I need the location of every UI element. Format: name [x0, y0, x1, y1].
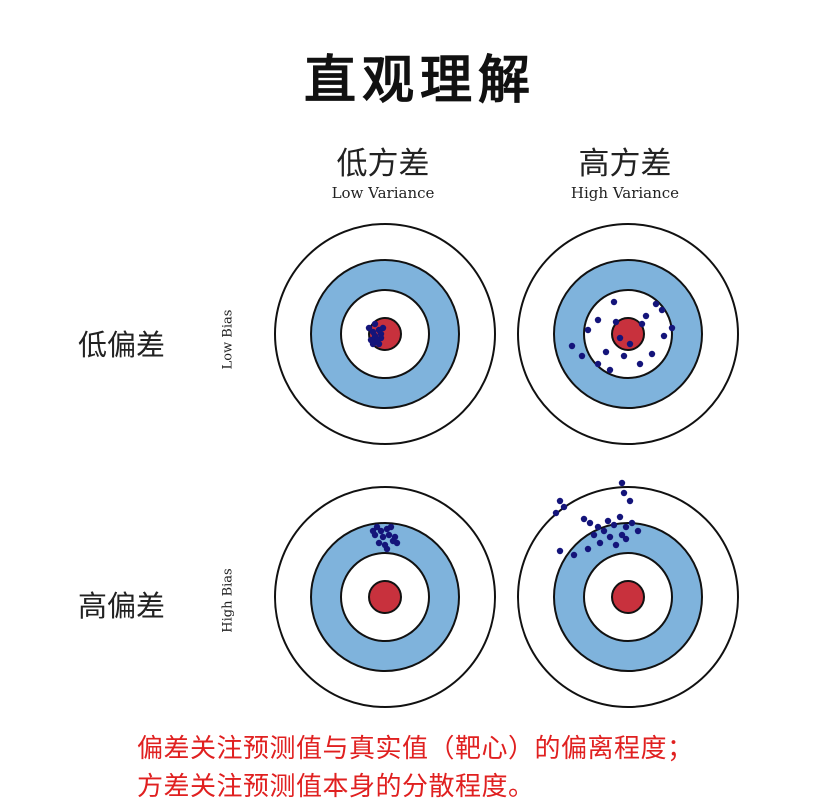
prediction-dot: [604, 517, 612, 525]
target-high-bias-low-variance: [274, 486, 496, 708]
prediction-dot: [594, 360, 602, 368]
bullseye: [611, 580, 645, 614]
prediction-dot: [618, 479, 626, 487]
prediction-dot: [648, 350, 656, 358]
prediction-dot: [556, 547, 564, 555]
prediction-dot: [634, 527, 642, 535]
prediction-dot: [626, 340, 634, 348]
prediction-dot: [383, 545, 391, 553]
prediction-dot: [584, 326, 592, 334]
prediction-dot: [600, 527, 608, 535]
prediction-dot: [387, 523, 395, 531]
prediction-dot: [610, 521, 618, 529]
prediction-dot: [560, 503, 568, 511]
prediction-dot: [602, 348, 610, 356]
prediction-dot: [638, 320, 646, 328]
prediction-dot: [369, 527, 377, 535]
target-low-bias-high-variance: [517, 223, 739, 445]
prediction-dot: [642, 312, 650, 320]
prediction-dot: [568, 342, 576, 350]
prediction-dot: [594, 316, 602, 324]
prediction-dot: [636, 360, 644, 368]
prediction-dot: [385, 531, 393, 539]
prediction-dot: [365, 324, 373, 332]
note-bias: 偏差关注预测值与真实值（靶心）的偏离程度；: [137, 734, 694, 764]
prediction-dot: [652, 300, 660, 308]
prediction-dot: [377, 527, 385, 535]
prediction-dot: [622, 523, 630, 531]
prediction-dot: [622, 535, 630, 543]
prediction-dot: [578, 352, 586, 360]
prediction-dot: [586, 519, 594, 527]
prediction-dot: [612, 541, 620, 549]
prediction-dot: [375, 340, 383, 348]
prediction-dot: [612, 318, 620, 326]
prediction-dot: [552, 509, 560, 517]
prediction-dot: [626, 497, 634, 505]
prediction-dot: [610, 298, 618, 306]
prediction-dot: [628, 519, 636, 527]
prediction-dot: [556, 497, 564, 505]
target-high-bias-high-variance: [517, 479, 739, 708]
prediction-dot: [379, 533, 387, 541]
prediction-dot: [590, 531, 598, 539]
prediction-dot: [596, 539, 604, 547]
prediction-dot: [584, 545, 592, 553]
prediction-dot: [606, 533, 614, 541]
prediction-dot: [594, 523, 602, 531]
prediction-dot: [620, 489, 628, 497]
prediction-dot: [668, 324, 676, 332]
bullseye: [368, 580, 402, 614]
prediction-dot: [570, 551, 578, 559]
prediction-dot: [375, 539, 383, 547]
prediction-dot: [658, 306, 666, 314]
note-variance: 方差关注预测值本身的分散程度。: [137, 772, 535, 802]
target-low-bias-low-variance: [274, 223, 496, 445]
prediction-dot: [616, 334, 624, 342]
prediction-dot: [369, 340, 377, 348]
prediction-dot: [377, 330, 385, 338]
prediction-dot: [379, 324, 387, 332]
prediction-dot: [620, 352, 628, 360]
prediction-dot: [606, 366, 614, 374]
prediction-dot: [580, 515, 588, 523]
slide: { "title": "直观理解", "columns": [ {"zh": "…: [0, 0, 840, 809]
prediction-dot: [371, 332, 379, 340]
prediction-dot: [660, 332, 668, 340]
prediction-dot: [371, 320, 379, 328]
prediction-dot: [393, 539, 401, 547]
prediction-dot: [391, 533, 399, 541]
prediction-dot: [616, 513, 624, 521]
bias-variance-targets: [274, 223, 739, 708]
